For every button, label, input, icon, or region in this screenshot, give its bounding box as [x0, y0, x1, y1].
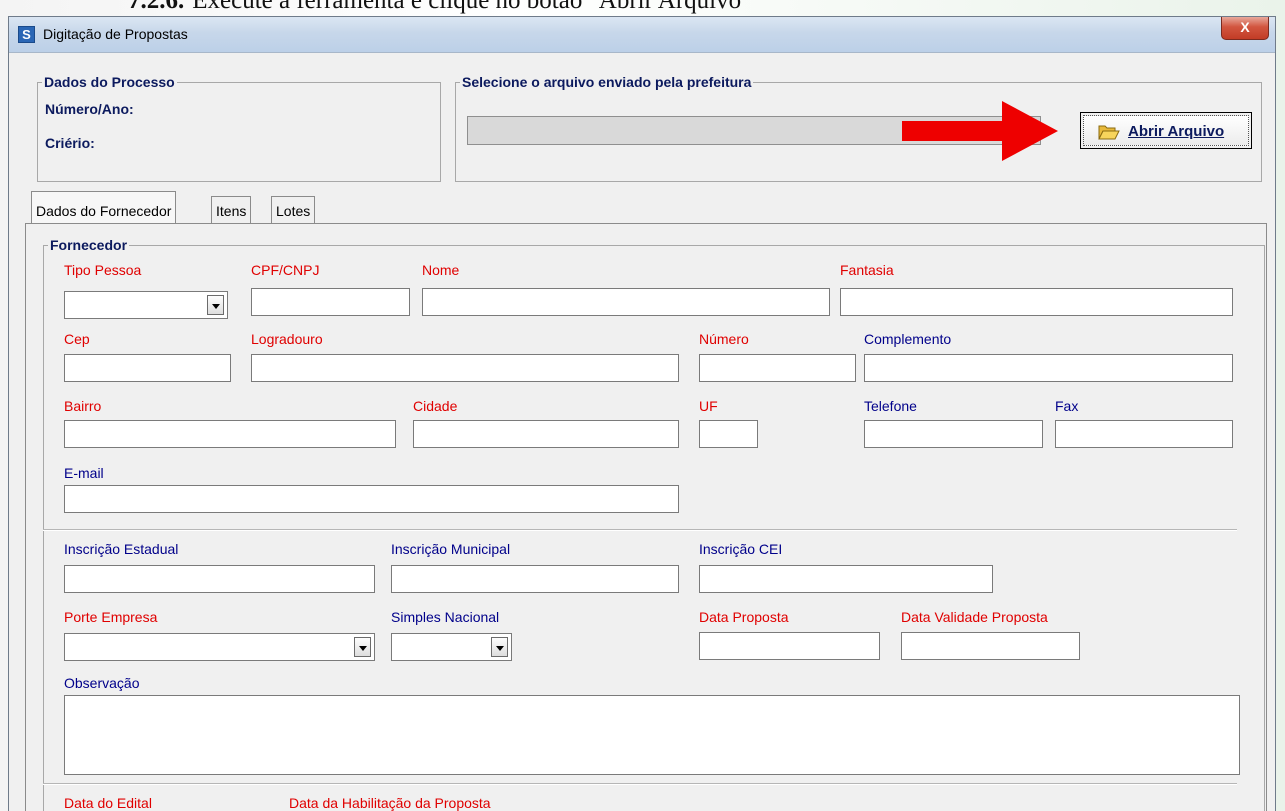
inscricao-cei-label: Inscrição CEI	[699, 541, 783, 557]
cidade-label: Cidade	[413, 398, 458, 414]
inscricao-cei-input[interactable]	[699, 565, 993, 593]
fax-input[interactable]	[1055, 420, 1233, 448]
open-file-button-face: Abrir Arquivo	[1083, 115, 1249, 146]
porte-empresa-select[interactable]	[64, 633, 375, 661]
file-select-title: Selecione o arquivo enviado pela prefeit…	[460, 74, 754, 90]
nome-label: Nome	[422, 262, 460, 278]
telefone-label: Telefone	[864, 398, 917, 414]
email-input[interactable]	[64, 485, 679, 513]
numero-label: Número	[699, 331, 749, 347]
data-habilitacao-label: Data da Habilitação da Proposta	[289, 795, 491, 811]
section-divider	[43, 783, 1237, 785]
numero-input[interactable]	[699, 354, 856, 382]
data-edital-label: Data do Edital	[64, 795, 152, 811]
numero-ano-label: Número/Ano:	[45, 101, 134, 117]
tab-dados-do-fornecedor[interactable]: Dados do Fornecedor	[31, 191, 177, 224]
complemento-input[interactable]	[864, 354, 1233, 382]
inscricao-municipal-label: Inscrição Municipal	[391, 541, 511, 557]
nome-input[interactable]	[422, 288, 830, 316]
data-validade-proposta-input[interactable]	[901, 632, 1080, 660]
title-bar[interactable]: S Digitação de Propostas X	[9, 17, 1275, 53]
chevron-down-icon[interactable]	[491, 637, 508, 657]
chevron-down-icon[interactable]	[354, 637, 371, 657]
logradouro-input[interactable]	[251, 354, 679, 382]
open-file-label: Abrir Arquivo	[1128, 123, 1225, 140]
process-data-title: Dados do Processo	[42, 74, 177, 90]
complemento-label: Complemento	[864, 331, 952, 347]
chevron-down-icon[interactable]	[207, 295, 224, 315]
file-select-group: Selecione o arquivo enviado pela prefeit…	[455, 74, 1262, 182]
open-file-button[interactable]: Abrir Arquivo	[1080, 112, 1252, 149]
folder-open-icon	[1098, 125, 1120, 140]
window-title: Digitação de Propostas	[43, 26, 188, 42]
proposal-entry-window: S Digitação de Propostas X Dados do Proc…	[8, 16, 1276, 811]
simples-nacional-select[interactable]	[391, 633, 512, 661]
tipo-pessoa-select[interactable]	[64, 291, 228, 319]
process-data-group: Dados do Processo Número/Ano: Criério:	[37, 74, 441, 182]
porte-empresa-label: Porte Empresa	[64, 609, 158, 625]
inscricao-municipal-input[interactable]	[391, 565, 679, 593]
supplier-group-title: Fornecedor	[48, 237, 130, 253]
inscricao-estadual-label: Inscrição Estadual	[64, 541, 179, 557]
cpf-cnpj-input[interactable]	[251, 288, 410, 316]
document-heading: 7.2.6. Execute a ferramenta e clique no b…	[128, 0, 751, 15]
criterio-label: Criério:	[45, 135, 95, 151]
email-label: E-mail	[64, 465, 104, 481]
annotation-arrow-icon	[902, 101, 1058, 161]
tab-lotes[interactable]: Lotes	[271, 196, 316, 224]
uf-input[interactable]	[699, 420, 758, 448]
inscricao-estadual-input[interactable]	[64, 565, 375, 593]
cep-label: Cep	[64, 331, 90, 347]
logradouro-label: Logradouro	[251, 331, 323, 347]
data-proposta-input[interactable]	[699, 632, 880, 660]
data-validade-proposta-label: Data Validade Proposta	[901, 609, 1048, 625]
uf-label: UF	[699, 398, 718, 414]
heading-text: Execute a ferramenta e clique no botão "…	[192, 0, 752, 14]
observacao-textarea[interactable]	[64, 695, 1240, 775]
fax-label: Fax	[1055, 398, 1079, 414]
section-divider	[43, 529, 1237, 531]
bairro-input[interactable]	[64, 420, 396, 448]
data-proposta-label: Data Proposta	[699, 609, 789, 625]
heading-number: 7.2.6.	[128, 0, 185, 14]
telefone-input[interactable]	[864, 420, 1043, 448]
tipo-pessoa-label: Tipo Pessoa	[64, 262, 142, 278]
simples-nacional-label: Simples Nacional	[391, 609, 500, 625]
close-button[interactable]: X	[1221, 17, 1269, 40]
tab-itens[interactable]: Itens	[211, 196, 252, 224]
close-icon: X	[1240, 19, 1250, 35]
observacao-label: Observação	[64, 675, 140, 691]
bairro-label: Bairro	[64, 398, 102, 414]
cidade-input[interactable]	[413, 420, 679, 448]
fantasia-label: Fantasia	[840, 262, 894, 278]
cep-input[interactable]	[64, 354, 231, 382]
fantasia-input[interactable]	[840, 288, 1233, 316]
app-icon: S	[18, 26, 35, 43]
cpf-cnpj-label: CPF/CNPJ	[251, 262, 320, 278]
